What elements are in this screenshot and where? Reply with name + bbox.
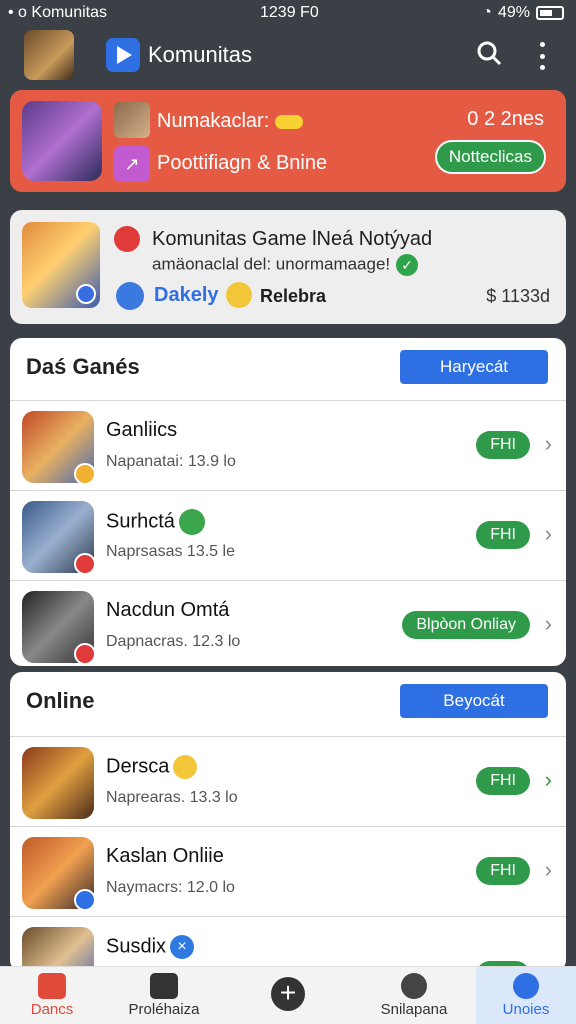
verified-badge-icon — [76, 284, 96, 304]
heart-icon — [114, 226, 140, 252]
status-badge[interactable]: FHI — [476, 767, 530, 795]
gamepad-icon — [275, 114, 304, 129]
game-icon — [22, 837, 96, 911]
check-icon: ✓ — [396, 254, 419, 276]
banner-count: 0 2 2nes — [467, 108, 544, 130]
section-action-button[interactable]: Haryecát — [400, 350, 548, 384]
chevron-right-icon[interactable]: › — [545, 611, 552, 637]
user-avatar-icon — [114, 102, 150, 138]
list-item[interactable]: Ganliics Napanatai: 13.9 lo FHI › — [10, 400, 566, 490]
nav-item-snilapana[interactable]: Snilapana — [352, 967, 476, 1024]
game-name: Susdix × — [106, 935, 195, 959]
section-games: Daś Ganés Haryecát Ganliics Napanatai: 1… — [10, 338, 566, 666]
notification-label: Relebra — [260, 286, 327, 306]
status-badge[interactable]: FHI — [476, 857, 530, 885]
section-action-button[interactable]: Beyocát — [400, 684, 548, 718]
app-title: Komunitas — [148, 42, 252, 67]
list-item[interactable]: Surhctá Naprsasas 13.5 le FHI › — [10, 490, 566, 580]
notification-user[interactable]: Dakely — [154, 284, 219, 307]
avatar[interactable] — [24, 30, 74, 80]
game-icon — [22, 747, 94, 819]
nav-label: Proléhaiza — [128, 1001, 200, 1018]
nav-item-dancs[interactable]: Dancs — [0, 967, 104, 1024]
list-item[interactable]: Kaslan Onliie Naymacrs: 12.0 lo FHI › — [10, 826, 566, 916]
list-item[interactable]: Dersca Naprearas. 13.3 lo FHI › — [10, 736, 566, 826]
nav-label: Unoies — [502, 1001, 550, 1018]
notification-card[interactable]: Komunitas Game lNeá Notýyad amäonaclal d… — [10, 210, 566, 324]
image-icon: ↗ — [114, 146, 150, 182]
game-meta: Naprearas. 13.3 lo — [106, 789, 238, 806]
section-title: Online — [26, 688, 95, 713]
game-name: Surhctá — [106, 509, 205, 535]
more-options-icon[interactable] — [532, 42, 552, 70]
app-header: Komunitas — [0, 28, 576, 84]
notification-price: $ 1133d — [486, 286, 550, 306]
game-name: Nacdun Omtá — [106, 599, 230, 621]
status-badge[interactable]: Blpòon Onliay — [402, 611, 530, 639]
smiley-icon — [226, 282, 252, 308]
chevron-right-icon[interactable]: › — [545, 767, 552, 793]
profile-icon — [513, 973, 539, 999]
emoji-icon — [173, 755, 198, 779]
game-meta: Naymacrs: 12.0 lo — [106, 879, 235, 896]
section-online: Online Beyocát Dersca Naprearas. 13.3 lo… — [10, 672, 566, 972]
game-name: Kaslan Onliie — [106, 845, 224, 867]
list-item[interactable]: Nacdun Omtá Dapnacras. 12.3 lo Blpòon On… — [10, 580, 566, 666]
bottom-nav: Dancs Proléhaiza + Snilapana Unoies — [0, 966, 576, 1024]
banner-line-1: Numakaclar: — [157, 110, 304, 133]
banner-line-2: Poottifiagn & Bnine — [157, 152, 328, 174]
notification-subtitle: amäonaclal del: unormamaage! ✓ — [152, 254, 419, 276]
emoji-icon — [178, 509, 205, 535]
section-title: Daś Ganés — [26, 354, 140, 379]
game-name: Dersca — [106, 755, 198, 779]
battery-percent: 49% — [497, 4, 530, 21]
notifications-button[interactable]: Notteclicas — [434, 140, 546, 174]
status-left-text: • o Komunitas — [8, 4, 107, 21]
play-store-icon — [106, 38, 140, 72]
game-icon — [22, 591, 96, 665]
status-badge[interactable]: FHI — [476, 521, 530, 549]
wifi-icon: ◔ — [482, 4, 492, 21]
chevron-right-icon[interactable]: › — [545, 431, 552, 457]
list-item[interactable]: Susdix× FHI — [10, 916, 566, 972]
battery-icon — [536, 6, 564, 20]
nav-label: Dancs — [30, 1001, 74, 1018]
chevron-right-icon[interactable]: › — [545, 521, 552, 547]
camera-icon — [150, 973, 178, 999]
search-icon[interactable] — [476, 40, 502, 66]
game-name: Ganliics — [106, 419, 178, 441]
game-meta: Naprsasas 13.5 le — [106, 543, 235, 560]
nav-item-add[interactable]: + — [224, 967, 352, 1024]
notification-thumbnail — [22, 222, 100, 308]
chevron-right-icon[interactable]: › — [545, 857, 552, 883]
people-icon — [401, 973, 427, 999]
cloud-icon — [116, 282, 144, 310]
close-icon: × — [170, 935, 195, 959]
status-time: 1239 F0 — [260, 4, 319, 21]
game-meta: Dapnacras. 12.3 lo — [106, 633, 241, 650]
notification-title: Komunitas Game lNeá Notýyad — [152, 228, 433, 250]
nav-item-unoies[interactable]: Unoies — [476, 967, 576, 1024]
game-icon — [22, 501, 96, 575]
promo-banner[interactable]: ↗ Numakaclar: Poottifiagn & Bnine 0 2 2n… — [10, 90, 566, 192]
status-right: ◔ 49% — [482, 4, 564, 22]
add-icon: + — [271, 977, 305, 1011]
nav-label: Snilapana — [380, 1001, 448, 1018]
game-icon — [22, 411, 96, 485]
nav-item-profile[interactable]: Proléhaiza — [104, 967, 224, 1024]
status-badge[interactable]: FHI — [476, 431, 530, 459]
banner-game-thumbnail — [22, 101, 102, 181]
home-icon — [38, 973, 66, 999]
game-meta: Napanatai: 13.9 lo — [106, 453, 236, 470]
status-bar: • o Komunitas 1239 F0 ◔ 49% — [0, 0, 576, 26]
